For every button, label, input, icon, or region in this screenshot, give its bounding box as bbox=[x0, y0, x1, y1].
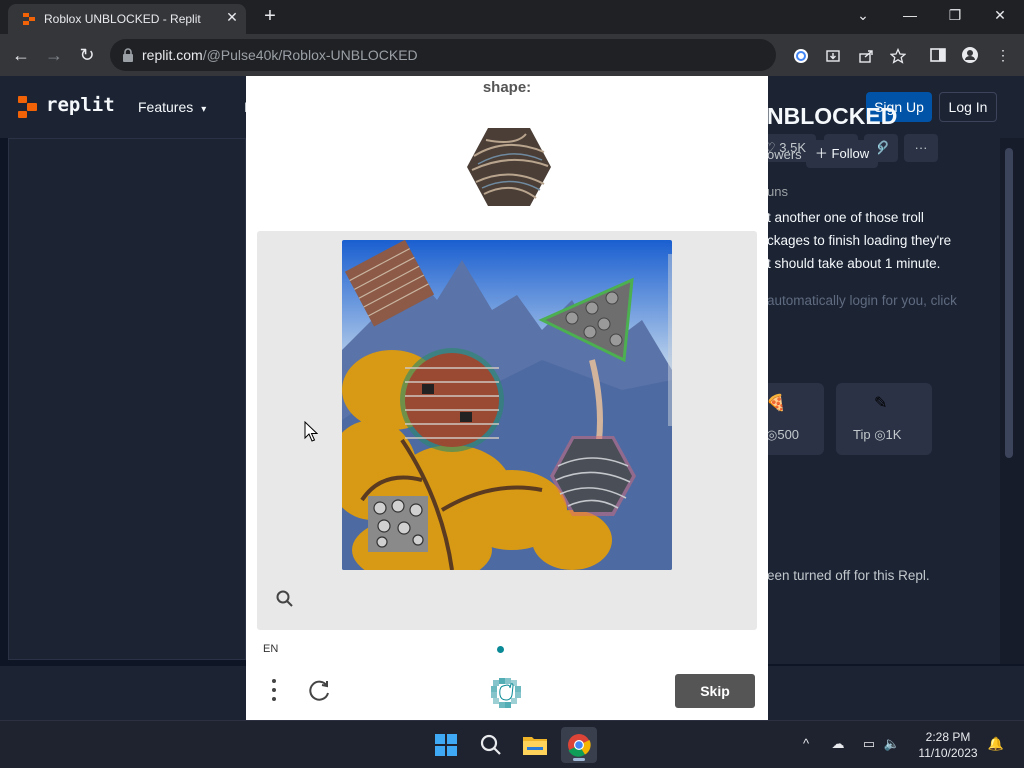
bookmark-star-icon[interactable] bbox=[890, 48, 906, 64]
replit-wordmark[interactable]: replit bbox=[46, 94, 115, 116]
share-icon[interactable] bbox=[858, 48, 874, 64]
window-close-icon[interactable]: ✕ bbox=[988, 5, 1012, 25]
refresh-challenge-icon[interactable] bbox=[306, 678, 332, 704]
network-icon[interactable]: ▭ bbox=[860, 735, 878, 753]
repl-description-faded: automatically login for you, click bbox=[767, 293, 957, 308]
new-tab-icon[interactable]: + bbox=[259, 5, 281, 27]
comments-disabled-note: een turned off for this Repl. bbox=[767, 568, 930, 583]
eraser-icon: ✎ bbox=[874, 395, 888, 412]
notification-bell-icon[interactable]: 🔔 bbox=[987, 735, 1005, 753]
back-icon[interactable]: ← bbox=[10, 44, 32, 66]
captcha-menu-icon[interactable] bbox=[266, 676, 282, 704]
repl-description: t another one of those troll ckages to f… bbox=[767, 210, 952, 271]
tab-close-icon[interactable]: ✕ bbox=[224, 9, 240, 25]
search-icon bbox=[480, 734, 501, 755]
log-in-button[interactable]: Log In bbox=[939, 92, 997, 122]
sample-hexagon-image bbox=[467, 128, 551, 206]
replit-logo-icon[interactable] bbox=[18, 96, 38, 118]
tab-search-icon[interactable]: ⌄ bbox=[851, 5, 875, 25]
more-options-button[interactable]: ··· bbox=[904, 134, 938, 162]
captcha-task-area bbox=[257, 231, 757, 630]
ellipsis-icon: ··· bbox=[914, 140, 928, 155]
zoom-search-icon[interactable] bbox=[275, 589, 295, 609]
volume-icon[interactable]: 🔈 bbox=[883, 735, 901, 753]
plus-icon: ＋ bbox=[814, 146, 828, 161]
address-bar[interactable]: replit.com/@Pulse40k/Roblox-UNBLOCKED bbox=[110, 39, 906, 71]
browser-toolbar: ← → ↻ replit.com/@Pulse40k/Roblox-UNBLOC… bbox=[0, 34, 1024, 76]
captcha-challenge: shape: EN Skip bbox=[246, 76, 768, 720]
tip-amount-label: ◎500 bbox=[766, 427, 799, 443]
hcaptcha-logo-icon[interactable] bbox=[489, 676, 523, 708]
run-count: uns bbox=[767, 184, 788, 199]
taskbar-search[interactable] bbox=[473, 727, 509, 763]
tray-overflow-icon[interactable]: ^ bbox=[797, 735, 815, 753]
repl-title: NBLOCKED bbox=[767, 103, 898, 129]
clock-time: 2:28 PM bbox=[925, 730, 971, 744]
forward-icon[interactable]: → bbox=[43, 44, 65, 66]
captcha-prompt: shape: bbox=[482, 79, 532, 96]
cycles-icon: ◎ bbox=[874, 427, 886, 442]
language-selector[interactable]: EN bbox=[263, 643, 278, 655]
start-button[interactable] bbox=[428, 727, 464, 763]
tip2-label: Tip bbox=[853, 427, 871, 442]
taskbar-file-explorer[interactable] bbox=[517, 727, 553, 763]
chevron-down-icon: ▾ bbox=[201, 104, 207, 115]
scrollbar-thumb[interactable] bbox=[1005, 148, 1013, 458]
folder-icon bbox=[523, 737, 547, 755]
tab-title: Roblox UNBLOCKED - Replit bbox=[44, 12, 201, 26]
lock-icon bbox=[123, 48, 133, 62]
more-menu-icon[interactable]: ⋮ bbox=[994, 46, 1012, 64]
windows-taskbar: ^ ☁ ▭ 🔈 2:28 PM 11/10/2023 🔔 bbox=[0, 720, 1024, 768]
url-host: replit.com bbox=[142, 47, 203, 63]
follow-button[interactable]: ＋ Follow bbox=[806, 140, 878, 168]
mouse-cursor-icon bbox=[304, 421, 318, 442]
url-text: replit.com/@Pulse40k/Roblox-UNBLOCKED bbox=[142, 47, 418, 63]
pizza-icon: 🍕 bbox=[766, 395, 786, 412]
skip-button[interactable]: Skip bbox=[675, 674, 755, 708]
active-app-indicator bbox=[573, 758, 585, 761]
profile-icon[interactable] bbox=[961, 46, 979, 64]
url-path: /@Pulse40k/Roblox-UNBLOCKED bbox=[202, 47, 418, 63]
system-clock[interactable]: 2:28 PM 11/10/2023 bbox=[918, 729, 978, 761]
windows-start-icon bbox=[435, 734, 457, 756]
follow-label: Follow bbox=[831, 146, 870, 161]
replit-favicon-icon bbox=[23, 13, 35, 25]
clock-date: 11/10/2023 bbox=[918, 746, 978, 760]
challenge-progress-dot bbox=[497, 646, 504, 653]
captcha-puzzle-image[interactable] bbox=[342, 240, 672, 570]
tip2-amount: 1K bbox=[885, 427, 902, 442]
tip1-amount: 500 bbox=[777, 427, 800, 442]
tab-roblox-unblocked[interactable]: Roblox UNBLOCKED - Replit ✕ bbox=[8, 4, 246, 34]
tip-card-custom[interactable]: ✎ Tip ◎1K bbox=[836, 383, 932, 455]
features-label: Features bbox=[138, 99, 194, 115]
restore-icon[interactable]: ❐ bbox=[943, 5, 967, 25]
minimize-icon[interactable]: — bbox=[898, 5, 922, 25]
tab-strip: Roblox UNBLOCKED - Replit ✕ + ⌄ — ❐ ✕ bbox=[0, 0, 1024, 34]
tip-label: Tip ◎1K bbox=[853, 427, 901, 443]
install-icon[interactable] bbox=[825, 48, 841, 64]
cloud-offline-icon[interactable]: ☁ bbox=[829, 735, 847, 753]
google-icon[interactable] bbox=[793, 48, 809, 64]
page-scrollbar[interactable] bbox=[1000, 138, 1024, 664]
taskbar-chrome[interactable] bbox=[561, 727, 597, 763]
reload-icon[interactable]: ↻ bbox=[76, 44, 98, 66]
features-menu[interactable]: Features ▾ bbox=[138, 99, 206, 115]
side-panel-icon[interactable] bbox=[929, 46, 947, 64]
workspace-panel bbox=[8, 138, 246, 660]
followers-count[interactable]: owers bbox=[767, 147, 802, 162]
